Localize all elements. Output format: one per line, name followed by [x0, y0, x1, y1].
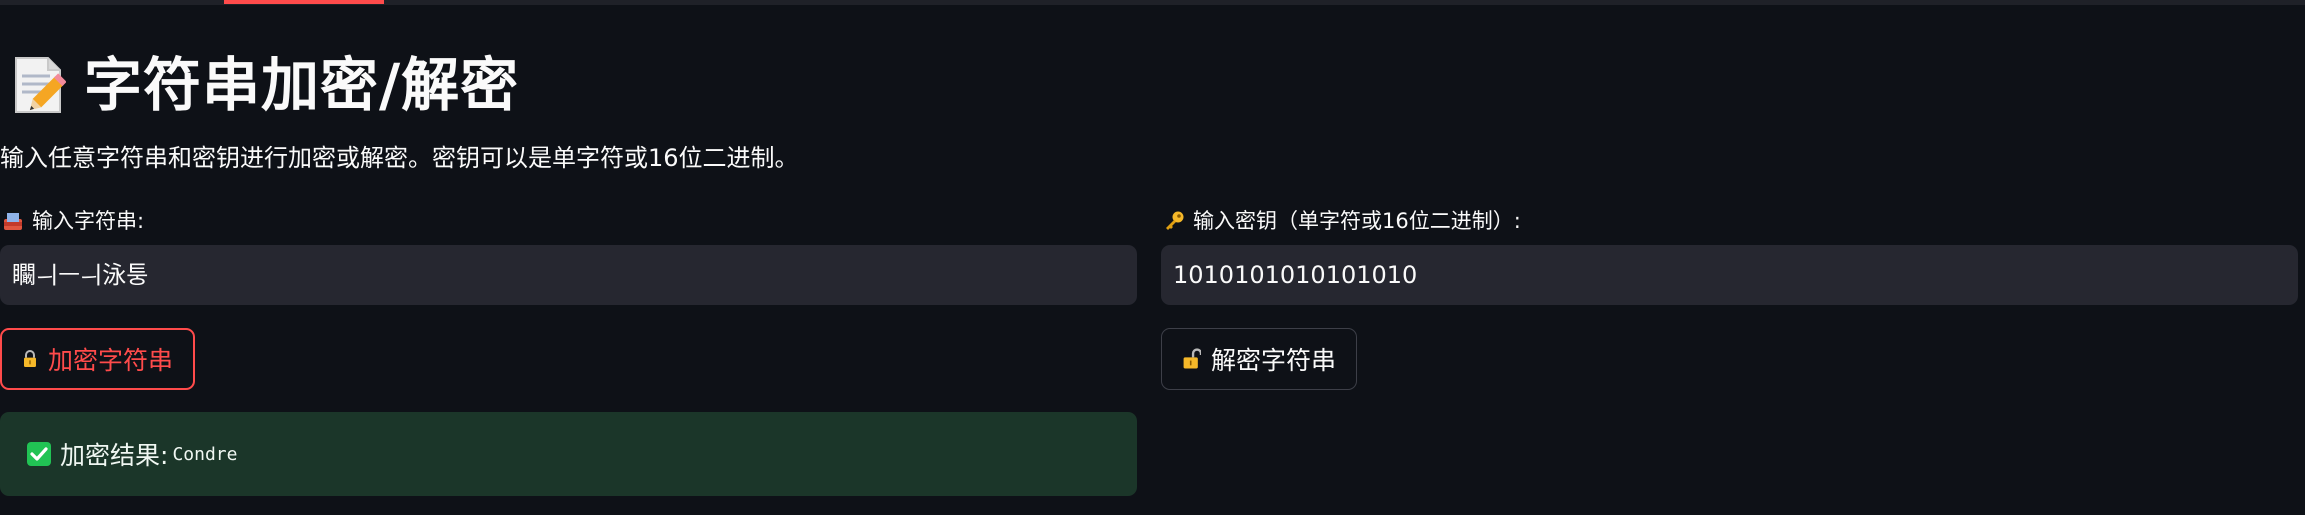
top-tab-bar: [0, 0, 2305, 5]
memo-icon: [15, 57, 66, 113]
result-value: Condre: [172, 443, 238, 465]
inbox-tray-icon: [4, 213, 22, 230]
key-input-label: 输入密钥（单字符或16位二进制）:: [1163, 206, 1521, 236]
page-description: 输入任意字符串和密钥进行加密或解密。密钥可以是单字符或16位二进制。: [0, 144, 799, 172]
lock-icon: [23, 350, 36, 367]
encrypt-button-label: 加密字符串: [47, 346, 173, 375]
page-title: 字符串加密/解密: [84, 51, 520, 119]
active-tab-indicator: [224, 0, 384, 4]
page-header: 字符串加密/解密: [10, 50, 519, 120]
string-input-label: 输入字符串:: [2, 206, 144, 236]
key-icon: [1166, 211, 1184, 230]
decrypt-button-label: 解密字符串: [1210, 346, 1336, 375]
string-input-label-text: 输入字符串:: [32, 209, 145, 233]
result-box: 加密结果: Condre: [0, 412, 1137, 496]
string-input[interactable]: 矙ㅢㅡㅢ泳퉁: [0, 245, 1137, 305]
result-label: 加密结果:: [60, 441, 169, 470]
unlock-icon: [1183, 348, 1201, 369]
encrypt-button[interactable]: 加密字符串: [0, 328, 195, 390]
key-input[interactable]: 1010101010101010: [1161, 245, 2298, 305]
key-input-label-text: 输入密钥（单字符或16位二进制）:: [1193, 209, 1521, 233]
decrypt-button[interactable]: 解密字符串: [1161, 328, 1357, 390]
check-icon: [27, 442, 51, 466]
